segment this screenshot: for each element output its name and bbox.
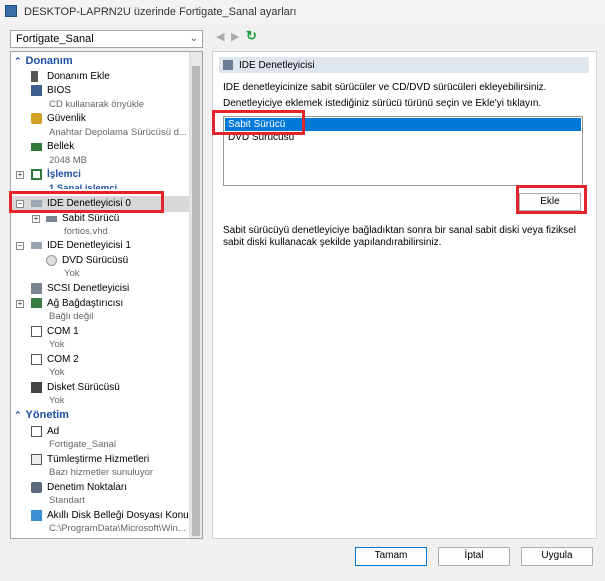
tree-item-add-hardware[interactable]: Donanım Ekle <box>11 70 189 84</box>
hyperv-icon <box>5 5 17 17</box>
collapse-icon: ⌃ <box>14 56 22 66</box>
section-management-label: Yönetim <box>25 409 69 421</box>
tree-item-sub: Bazı hizmetler sunuluyor <box>49 467 154 478</box>
tree-item-label: Bellek <box>47 141 75 152</box>
section-hardware-label: Donanım <box>25 55 73 67</box>
com-port-icon <box>31 326 42 337</box>
tree-item-hard-drive[interactable]: Sabit Sürücü <box>11 212 189 226</box>
tree-item-com2[interactable]: COM 2 <box>11 353 189 367</box>
tree-item-sub: Yok <box>49 395 65 406</box>
tree-item-sub: CD kullanarak önyükle <box>49 99 145 110</box>
ide-controller-icon <box>31 242 42 249</box>
section-hardware[interactable]: ⌃ Donanım <box>14 55 73 67</box>
memory-icon <box>31 143 42 151</box>
tree-item-com1[interactable]: COM 1 <box>11 325 189 339</box>
tree-scrollbar[interactable] <box>189 52 202 538</box>
back-arrow-icon[interactable]: ◀ <box>216 30 224 43</box>
network-adapter-icon <box>31 298 42 308</box>
tree-item-bios[interactable]: BIOS <box>11 84 189 98</box>
tree-item-sub: Fortigate_Sanal <box>49 439 117 450</box>
panel-intro-text: IDE denetleyicinize sabit sürücüler ve C… <box>223 82 547 93</box>
ide-controller-icon <box>223 60 233 70</box>
refresh-icon[interactable]: ↻ <box>246 28 257 44</box>
tree-item-scsi[interactable]: SCSI Denetleyicisi <box>11 282 189 296</box>
tree-item-label: Güvenlik <box>47 113 86 124</box>
tree-item-sub: Bağlı değil <box>49 311 94 322</box>
panel-title: IDE Denetleyicisi <box>239 60 315 71</box>
tree-item-label: Ağ Bağdaştırıcısı <box>47 298 124 309</box>
tree-item-sub: 2048 MB <box>49 155 88 166</box>
tree-item-label: İşlemci <box>47 169 81 180</box>
processor-icon <box>31 169 42 180</box>
vm-selector[interactable]: Fortigate_Sanal ⌄ <box>10 30 203 48</box>
tree-item-sub: Yok <box>49 339 65 350</box>
tree-item-label: Sabit Sürücü <box>62 213 120 224</box>
hard-drive-icon <box>46 216 57 222</box>
checkpoint-icon <box>31 482 42 493</box>
tree-item-label: IDE Denetleyicisi 1 <box>47 240 131 251</box>
tree-item-label: Denetim Noktaları <box>47 482 128 493</box>
tree-item-security[interactable]: Güvenlik <box>11 112 189 126</box>
name-icon <box>31 426 42 437</box>
tree-item-label: BIOS <box>47 85 71 96</box>
settings-tree: ⌃ Donanım Donanım Ekle BIOS CD kullanarak… <box>10 51 203 539</box>
tree-item-label: Tümleştirme Hizmetleri <box>47 454 150 465</box>
tree-item-name[interactable]: Ad <box>11 425 189 439</box>
tree-item-label: Ad <box>47 426 60 437</box>
tree-item-label: COM 2 <box>47 354 79 365</box>
diskette-icon <box>31 382 42 393</box>
tree-item-label: DVD Sürücüsü <box>62 255 129 266</box>
panel-note-text: Sabit sürücüyü denetleyiciye bağladıktan… <box>223 225 576 248</box>
chevron-down-icon: ⌄ <box>189 33 198 44</box>
panel-header: IDE Denetleyicisi <box>219 57 589 73</box>
tree-item-sub: C:\ProgramData\Microsoft\Win... <box>49 523 186 534</box>
title-bar: DESKTOP-LAPRN2U üzerinde Fortigate_Sanal… <box>0 0 605 24</box>
tree-item-diskette[interactable]: Disket Sürücüsü <box>11 381 189 395</box>
tree-item-sub: fortios.vhd <box>64 226 108 237</box>
tree-item-label: Disket Sürücüsü <box>47 382 120 393</box>
dvd-icon <box>46 255 57 266</box>
integration-services-icon <box>31 454 42 465</box>
tree-item-sub: Standart <box>49 495 85 506</box>
annotation-box-add <box>516 185 587 214</box>
com-port-icon <box>31 354 42 365</box>
panel-instruction-text: Denetleyiciye eklemek istediğiniz sürücü… <box>223 98 542 109</box>
tree-item-sub: Anahtar Depolama Sürücüsü d... <box>49 127 187 138</box>
section-management[interactable]: ⌃ Yönetim <box>14 409 69 421</box>
window-title: DESKTOP-LAPRN2U üzerinde Fortigate_Sanal… <box>24 6 297 18</box>
ok-button[interactable]: Tamam <box>355 547 427 566</box>
add-hardware-icon <box>31 71 38 82</box>
forward-arrow-icon[interactable]: ▶ <box>231 30 239 43</box>
collapse-icon: ⌃ <box>14 410 22 420</box>
tree-item-label: SCSI Denetleyicisi <box>47 283 130 294</box>
vm-selector-value: Fortigate_Sanal <box>16 33 94 45</box>
tree-item-dvd[interactable]: DVD Sürücüsü <box>11 254 189 268</box>
tree-item-sub: Yok <box>49 367 65 378</box>
tree-item-label: Akıllı Disk Belleği Dosyası Konumu <box>47 510 203 521</box>
tree-item-checkpoints[interactable]: Denetim Noktaları <box>11 481 189 495</box>
bios-chip-icon <box>31 85 42 96</box>
tree-item-memory[interactable]: Bellek <box>11 140 189 154</box>
tree-item-sub: Yok <box>64 268 80 279</box>
tree-item-network[interactable]: Ağ Bağdaştırıcısı <box>11 297 189 311</box>
tree-item-label: Donanım Ekle <box>47 71 110 82</box>
tree-item-paging[interactable]: Akıllı Disk Belleği Dosyası Konumu <box>11 509 202 523</box>
apply-button[interactable]: Uygula <box>521 547 593 566</box>
tree-item-ide1[interactable]: IDE Denetleyicisi 1 <box>11 239 189 253</box>
scrollbar-thumb[interactable] <box>192 66 200 536</box>
scsi-controller-icon <box>31 283 42 294</box>
annotation-box-ide0 <box>9 191 164 213</box>
tree-item-integration[interactable]: Tümleştirme Hizmetleri <box>11 453 189 467</box>
tree-item-sub: 1 Sanal işlemci <box>49 183 118 189</box>
tree-item-label: COM 1 <box>47 326 79 337</box>
annotation-box-hard-drive <box>212 110 305 135</box>
paging-file-icon <box>31 510 42 521</box>
shield-key-icon <box>31 113 42 124</box>
tree-item-processor[interactable]: İşlemci <box>11 168 189 182</box>
cancel-button[interactable]: İptal <box>438 547 510 566</box>
